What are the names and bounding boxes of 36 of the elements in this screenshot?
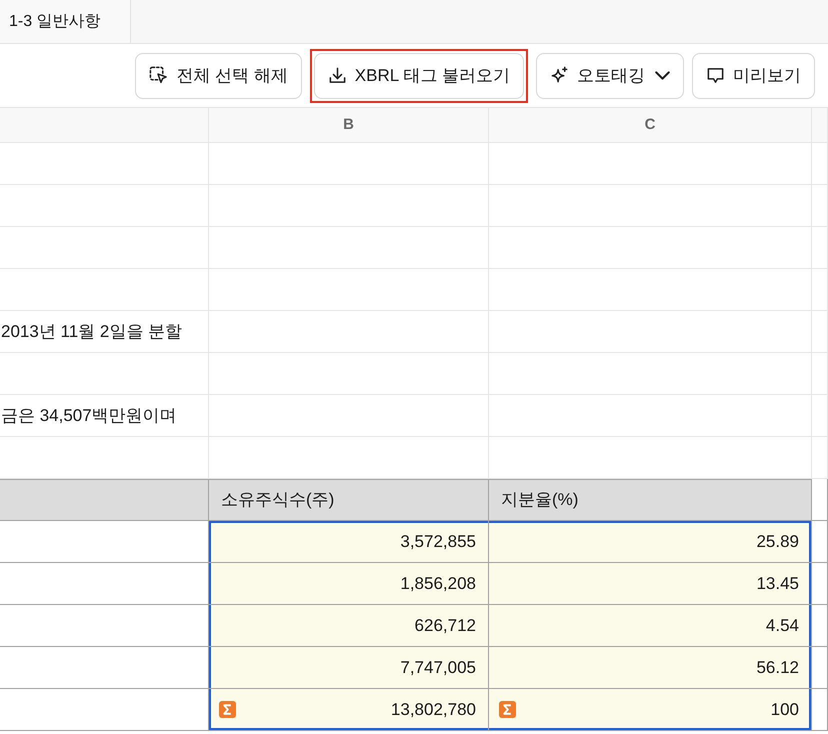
cell-value: 100 xyxy=(770,698,799,721)
load-xbrl-tags-button[interactable]: XBRL 태그 불러오기 xyxy=(314,52,524,98)
sum-icon xyxy=(219,701,236,718)
table-cell[interactable] xyxy=(812,479,828,521)
column-header[interactable] xyxy=(0,108,209,143)
deselect-all-button[interactable]: 전체 선택 해제 xyxy=(135,52,302,98)
speech-bubble-icon xyxy=(706,66,725,85)
table-cell[interactable]: 100 xyxy=(489,689,812,731)
table-cell[interactable]: 56.12 xyxy=(489,647,812,689)
table-cell[interactable]: 25.89 xyxy=(489,521,812,563)
table-header-cell[interactable]: 지분율(%) xyxy=(489,479,812,521)
column-header[interactable] xyxy=(812,108,828,143)
dashed-selection-icon xyxy=(149,66,168,85)
column-header[interactable]: B xyxy=(209,108,489,143)
preview-button[interactable]: 미리보기 xyxy=(692,52,815,98)
table-cell[interactable]: 1,856,208 xyxy=(209,563,489,605)
cell-value: 13,802,780 xyxy=(390,698,476,721)
table-cell[interactable] xyxy=(812,521,828,563)
table-cell[interactable] xyxy=(812,605,828,647)
table-cell[interactable] xyxy=(812,689,828,731)
table-cell[interactable]: 13.45 xyxy=(489,563,812,605)
download-icon xyxy=(328,66,347,85)
sum-icon xyxy=(499,701,516,718)
sparkle-icon xyxy=(550,66,569,85)
table-cell[interactable]: 7,747,005 xyxy=(209,647,489,689)
auto-tagging-dropdown-button[interactable]: 오토태깅 xyxy=(536,52,684,98)
table-cell[interactable]: 금은 34,507백만원이며 xyxy=(0,395,209,437)
table-cell[interactable]: 13,802,780 xyxy=(209,689,489,731)
table-header-cell[interactable]: 소유주식수(주) xyxy=(209,479,489,521)
table-cell[interactable] xyxy=(812,647,828,689)
column-header[interactable]: C xyxy=(489,108,812,143)
table-cell[interactable]: 3,572,855 xyxy=(209,521,489,563)
table-cell[interactable] xyxy=(812,563,828,605)
table-cell[interactable]: 2013년 11월 2일을 분할 xyxy=(0,311,209,353)
table-cell[interactable]: 626,712 xyxy=(209,605,489,647)
table-cell[interactable]: 4.54 xyxy=(489,605,812,647)
